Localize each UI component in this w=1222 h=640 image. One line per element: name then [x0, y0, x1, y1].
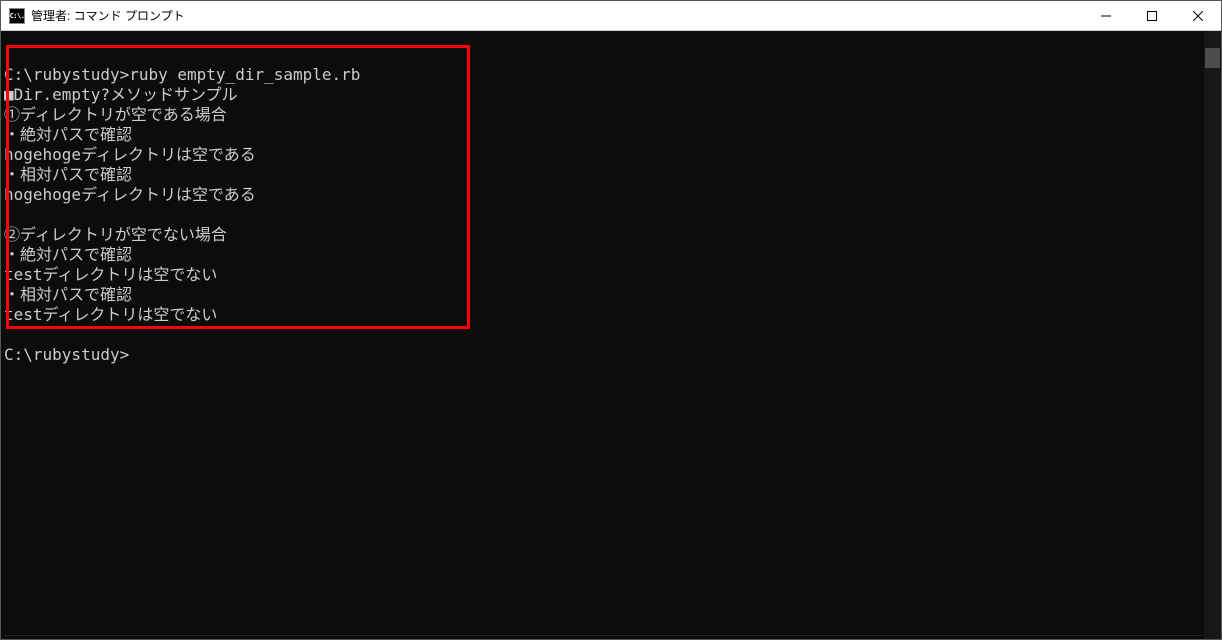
minimize-button[interactable] — [1083, 1, 1129, 30]
command-prompt-window: C:\. 管理者: コマンド プロンプト C:\rubystudy>ruby e… — [0, 0, 1222, 640]
terminal-line: ・絶対パスで確認 — [4, 125, 1203, 145]
terminal-line: ・絶対パスで確認 — [4, 245, 1203, 265]
titlebar[interactable]: C:\. 管理者: コマンド プロンプト — [1, 1, 1221, 31]
terminal-line: hogehogeディレクトリは空である — [4, 145, 1203, 165]
terminal-line: testディレクトリは空でない — [4, 305, 1203, 325]
terminal-line: ・相対パスで確認 — [4, 285, 1203, 305]
terminal-line: hogehogeディレクトリは空である — [4, 185, 1203, 205]
terminal-line: testディレクトリは空でない — [4, 265, 1203, 285]
terminal-bottom-edge — [3, 635, 1203, 636]
terminal-line: ①ディレクトリが空である場合 — [4, 105, 1203, 125]
vertical-scrollbar[interactable] — [1204, 31, 1221, 639]
terminal-line: C:\rubystudy> — [4, 345, 1203, 365]
terminal-line — [4, 325, 1203, 345]
terminal-line: ②ディレクトリが空でない場合 — [4, 225, 1203, 245]
window-title: 管理者: コマンド プロンプト — [31, 7, 1083, 24]
terminal-line: ・相対パスで確認 — [4, 165, 1203, 185]
terminal-line — [4, 205, 1203, 225]
scrollbar-thumb[interactable] — [1205, 48, 1220, 68]
terminal-line: ■Dir.empty?メソッドサンプル — [4, 85, 1203, 105]
maximize-button[interactable] — [1129, 1, 1175, 30]
app-icon: C:\. — [9, 8, 25, 24]
terminal-output: C:\rubystudy>ruby empty_dir_sample.rb■Di… — [1, 45, 1203, 365]
terminal-line: C:\rubystudy>ruby empty_dir_sample.rb — [4, 65, 1203, 85]
minimize-icon — [1101, 11, 1111, 21]
maximize-icon — [1147, 11, 1157, 21]
terminal-line — [4, 45, 1203, 65]
terminal-area[interactable]: C:\rubystudy>ruby empty_dir_sample.rb■Di… — [1, 31, 1221, 639]
close-icon — [1193, 11, 1203, 21]
app-icon-text: C:\. — [10, 12, 25, 20]
window-controls — [1083, 1, 1221, 30]
close-button[interactable] — [1175, 1, 1221, 30]
